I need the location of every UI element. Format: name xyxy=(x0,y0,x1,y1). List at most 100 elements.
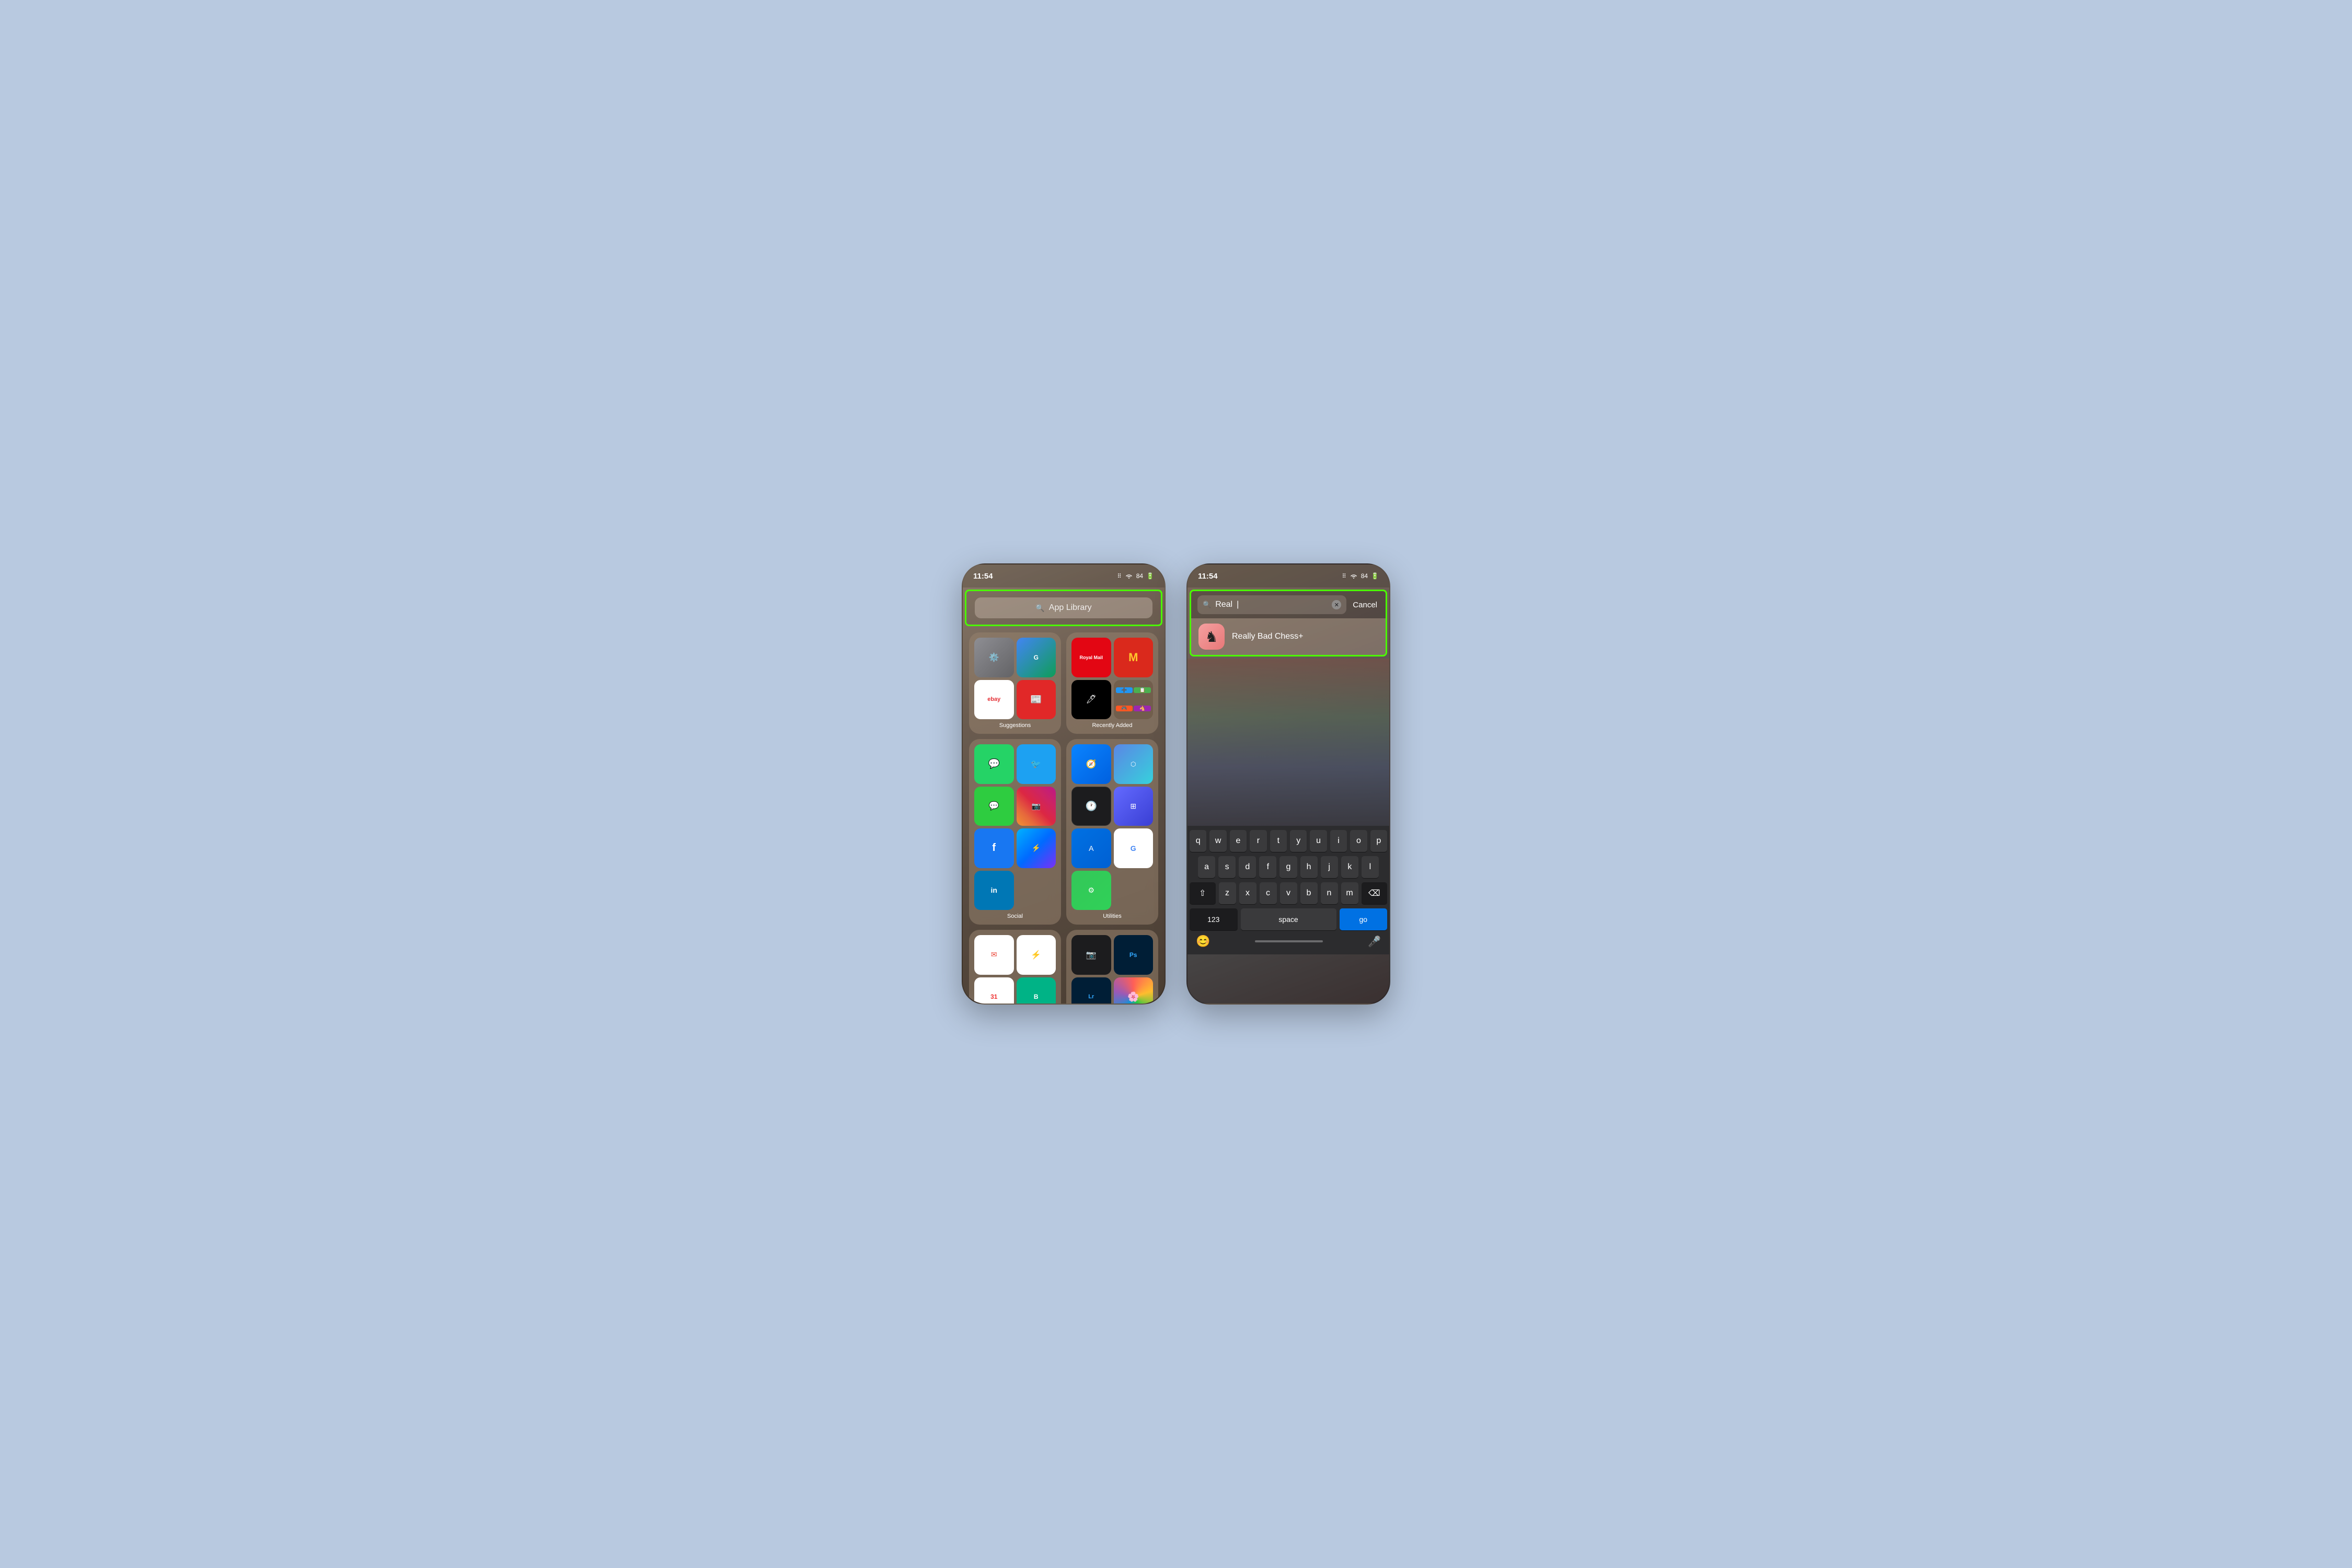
status-bar-right: 11:54 ⠿ 84 🔋 xyxy=(1187,564,1389,587)
folder-icons-creativity: 📷 Ps Lr 🌸 FUJIFILM xyxy=(1071,935,1153,1005)
app-icon-google[interactable]: G xyxy=(1114,828,1154,868)
app-icon-mcdonalds[interactable]: M xyxy=(1114,638,1154,677)
app-icon-safari[interactable]: 🧭 xyxy=(1071,744,1111,784)
app-icon-messages[interactable]: 💬 xyxy=(974,787,1014,826)
key-o[interactable]: o xyxy=(1350,830,1367,852)
clear-button[interactable]: ✕ xyxy=(1332,600,1341,609)
key-m[interactable]: m xyxy=(1341,882,1358,904)
app-icon-multi[interactable]: ➕ 📋 🎮 🐴 xyxy=(1114,680,1154,720)
app-icon-util8 xyxy=(1114,871,1154,910)
app-icon-copilot[interactable]: 🖊 xyxy=(1071,680,1111,720)
folder-utilities[interactable]: 🧭 ⬡ 🕐 ⊞ A G ⚙ Utilities xyxy=(1066,739,1158,925)
status-icons-right: ⠿ 84 🔋 xyxy=(1342,572,1379,580)
search-bar[interactable]: 🔍 App Library xyxy=(975,597,1152,618)
key-b[interactable]: b xyxy=(1300,882,1318,904)
app-icon-util7[interactable]: ⚙ xyxy=(1071,871,1111,910)
app-icon-grid[interactable]: ⊞ xyxy=(1114,787,1154,826)
key-v[interactable]: v xyxy=(1280,882,1297,904)
key-j[interactable]: j xyxy=(1321,856,1338,878)
app-icon-lightroom[interactable]: Lr xyxy=(1071,977,1111,1005)
app-grid: ⚙️ G ebay 📰 Suggestions Royal Mail M 🖊 ➕… xyxy=(963,628,1165,1005)
app-icon-slack[interactable]: ⚡ xyxy=(1017,935,1056,975)
app-icon-calendar[interactable]: 31 xyxy=(974,977,1014,1005)
app-icon-photos[interactable]: 🌸 xyxy=(1114,977,1154,1005)
app-icon-bcard[interactable]: B xyxy=(1017,977,1056,1005)
key-h[interactable]: h xyxy=(1300,856,1318,878)
folder-recently-added[interactable]: Royal Mail M 🖊 ➕ 📋 🎮 🐴 Recently Added xyxy=(1066,632,1158,734)
key-f[interactable]: f xyxy=(1259,856,1276,878)
key-x[interactable]: x xyxy=(1239,882,1256,904)
search-icon-right: 🔍 xyxy=(1203,601,1211,609)
key-p[interactable]: p xyxy=(1370,830,1387,852)
folder-productivity[interactable]: ✉ ⚡ 31 B 📁 📄 Productivity xyxy=(969,930,1061,1005)
keyboard-row-4: 123 space go xyxy=(1190,908,1387,930)
key-t[interactable]: t xyxy=(1270,830,1287,852)
key-y[interactable]: y xyxy=(1290,830,1307,852)
numbers-key[interactable]: 123 xyxy=(1190,908,1238,930)
signal-icon: ⠿ xyxy=(1117,573,1122,580)
folder-social[interactable]: 💬 🐦 💬 📷 f ⚡ in Social xyxy=(969,739,1061,925)
app-icon-linkedin[interactable]: in xyxy=(974,871,1014,910)
battery-icon-right: 🔋 xyxy=(1371,572,1379,580)
key-w[interactable]: w xyxy=(1209,830,1226,852)
key-u[interactable]: u xyxy=(1310,830,1327,852)
search-container[interactable]: 🔍 App Library xyxy=(965,590,1162,626)
key-d[interactable]: d xyxy=(1239,856,1256,878)
app-icon-twitter[interactable]: 🐦 xyxy=(1017,744,1056,784)
key-n[interactable]: n xyxy=(1321,882,1338,904)
key-z[interactable]: z xyxy=(1219,882,1236,904)
result-app-name: Really Bad Chess+ xyxy=(1232,632,1304,641)
app-icon-clock[interactable]: 🕐 xyxy=(1071,787,1111,826)
app-icon-nord[interactable]: ⬡ xyxy=(1114,744,1154,784)
key-c[interactable]: c xyxy=(1260,882,1277,904)
app-icon-whatsapp[interactable]: 💬 xyxy=(974,744,1014,784)
app-icon-gnews[interactable]: G xyxy=(1017,638,1056,677)
search-query-text: Real xyxy=(1215,600,1232,609)
app-icon-gmail[interactable]: ✉ xyxy=(974,935,1014,975)
app-icon-camera[interactable]: 📷 xyxy=(1071,935,1111,975)
time-right: 11:54 xyxy=(1198,572,1218,581)
shift-key[interactable]: ⇧ xyxy=(1190,882,1216,904)
right-search-area: 🔍 Real | ✕ Cancel ♞ Really Bad Chess+ xyxy=(1190,590,1387,656)
app-icon-messenger[interactable]: ⚡ xyxy=(1017,828,1056,868)
search-input-field[interactable]: 🔍 Real | ✕ xyxy=(1197,595,1346,614)
key-a[interactable]: a xyxy=(1198,856,1215,878)
space-key[interactable]: space xyxy=(1241,908,1336,930)
key-g[interactable]: g xyxy=(1279,856,1297,878)
folder-icons-social: 💬 🐦 💬 📷 f ⚡ in xyxy=(974,744,1056,910)
folder-suggestions[interactable]: ⚙️ G ebay 📰 Suggestions xyxy=(969,632,1061,734)
battery-label-left: 84 xyxy=(1136,572,1143,580)
key-k[interactable]: k xyxy=(1341,856,1358,878)
search-bar-placeholder: App Library xyxy=(1049,603,1092,613)
key-r[interactable]: r xyxy=(1250,830,1266,852)
folder-icons-utilities: 🧭 ⬡ 🕐 ⊞ A G ⚙ xyxy=(1071,744,1153,910)
emoji-key[interactable]: 😊 xyxy=(1196,935,1210,948)
key-l[interactable]: l xyxy=(1362,856,1379,878)
cursor-indicator: | xyxy=(1237,600,1239,609)
key-i[interactable]: i xyxy=(1330,830,1347,852)
wifi-icon-right xyxy=(1350,573,1358,579)
delete-key[interactable]: ⌫ xyxy=(1362,882,1388,904)
keyboard-bottom-bar: 😊 🎤 xyxy=(1190,932,1387,952)
app-icon-instagram[interactable]: 📷 xyxy=(1017,787,1056,826)
app-icon-royalmail[interactable]: Royal Mail xyxy=(1071,638,1111,677)
cancel-button[interactable]: Cancel xyxy=(1351,601,1379,609)
app-icon-settings[interactable]: ⚙️ xyxy=(974,638,1014,677)
search-result-item[interactable]: ♞ Really Bad Chess+ xyxy=(1191,618,1386,655)
go-key[interactable]: go xyxy=(1340,908,1388,930)
app-icon-appstore[interactable]: A xyxy=(1071,828,1111,868)
home-indicator xyxy=(1255,940,1323,942)
app-icon-photoshop[interactable]: Ps xyxy=(1114,935,1154,975)
key-s[interactable]: s xyxy=(1218,856,1236,878)
folder-creativity[interactable]: 📷 Ps Lr 🌸 FUJIFILM Creativity xyxy=(1066,930,1158,1005)
folder-label-utilities: Utilities xyxy=(1071,913,1153,919)
app-icon-flipboard[interactable]: 📰 xyxy=(1017,680,1056,720)
folder-icons-recently-added: Royal Mail M 🖊 ➕ 📋 🎮 🐴 xyxy=(1071,638,1153,719)
chess-icon: ♞ xyxy=(1205,628,1218,645)
microphone-key[interactable]: 🎤 xyxy=(1368,935,1381,948)
key-e[interactable]: e xyxy=(1230,830,1247,852)
search-icon: 🔍 xyxy=(1035,604,1044,613)
app-icon-ebay[interactable]: ebay xyxy=(974,680,1014,720)
key-q[interactable]: q xyxy=(1190,830,1206,852)
app-icon-facebook[interactable]: f xyxy=(974,828,1014,868)
